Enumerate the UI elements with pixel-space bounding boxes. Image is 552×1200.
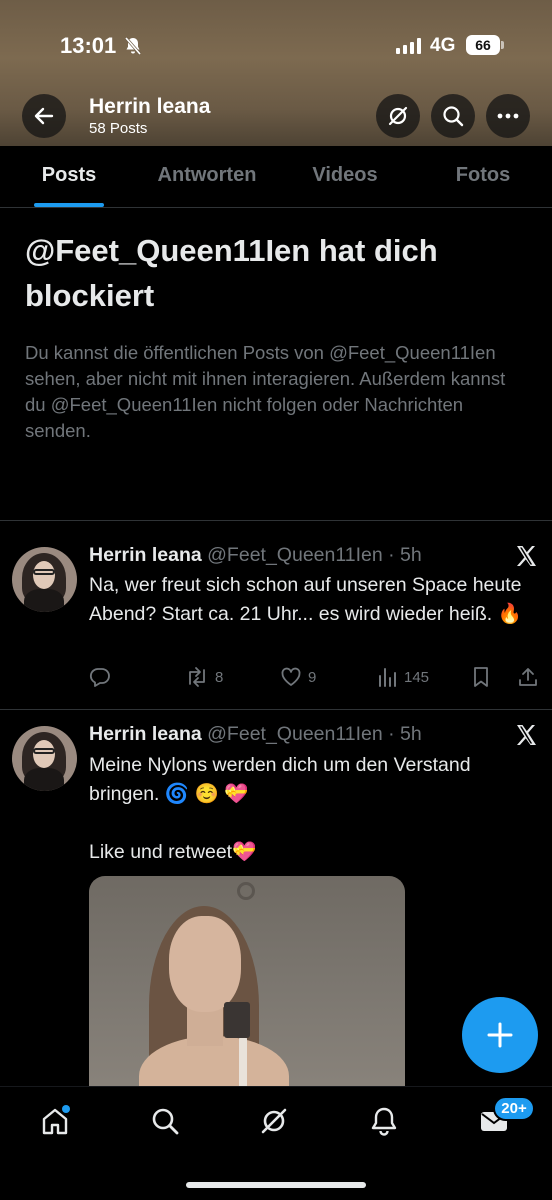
notifications-icon[interactable]	[368, 1105, 400, 1137]
divider	[0, 520, 552, 521]
back-button[interactable]	[22, 94, 66, 138]
more-button[interactable]	[486, 94, 530, 138]
x-logo-icon	[517, 725, 536, 745]
post-author-name[interactable]: Herrin leana	[89, 544, 202, 566]
status-bar: 13:01 4G 66	[0, 0, 552, 90]
profile-name: Herrin leana	[89, 95, 211, 118]
share-button[interactable]	[517, 666, 539, 688]
profile-tabs: Posts Antworten Videos Fotos	[0, 146, 552, 208]
tab-videos[interactable]: Videos	[276, 146, 414, 207]
divider	[0, 709, 552, 710]
reply-button[interactable]	[89, 666, 117, 688]
post-meta: @Feet_Queen11Ien · 5h	[207, 723, 422, 745]
views-icon	[379, 668, 396, 687]
post-header: Herrin leana @Feet_Queen11Ien · 5h	[89, 544, 422, 567]
post-media-image[interactable]	[89, 876, 405, 1100]
reply-icon	[89, 668, 110, 687]
home-unread-dot	[62, 1105, 70, 1113]
search-icon	[443, 106, 464, 127]
avatar[interactable]	[12, 726, 77, 791]
repost-icon	[189, 667, 205, 687]
tab-replies[interactable]: Antworten	[138, 146, 276, 207]
bookmark-icon	[474, 667, 488, 687]
blocked-title: @Feet_Queen11Ien hat dich blockiert	[25, 233, 438, 313]
post-header: Herrin leana @Feet_Queen11Ien · 5h	[89, 723, 422, 746]
like-icon	[281, 667, 301, 686]
messages-badge: 20+	[493, 1096, 535, 1121]
grok-icon	[388, 106, 408, 126]
repost-button[interactable]: 8	[185, 666, 223, 688]
battery-icon: 66	[466, 35, 500, 55]
post-count: 58 Posts	[89, 120, 148, 137]
post-author-name[interactable]: Herrin leana	[89, 723, 202, 745]
compose-plus-icon	[487, 1022, 513, 1048]
search-icon[interactable]	[149, 1105, 181, 1137]
blocked-text: Du kannst die öffentlichen Posts von @Fe…	[25, 342, 506, 441]
compose-button[interactable]	[462, 997, 538, 1073]
x-logo-icon	[517, 546, 536, 566]
views-count: 145	[404, 668, 430, 686]
blocked-notice: @Feet_Queen11Ien hat dich blockiert Du k…	[25, 228, 525, 444]
network-type: 4G	[430, 35, 456, 56]
views-button[interactable]: 145	[376, 666, 429, 688]
repost-count: 8	[215, 668, 224, 686]
post-meta: @Feet_Queen11Ien · 5h	[207, 544, 422, 566]
cellular-signal-icon	[396, 38, 421, 54]
like-button[interactable]: 9	[280, 666, 316, 688]
like-count: 9	[308, 668, 317, 686]
bookmark-button[interactable]	[471, 666, 491, 688]
tab-photos[interactable]: Fotos	[414, 146, 552, 207]
status-time: 13:01	[60, 33, 117, 58]
back-arrow-icon	[34, 107, 54, 125]
tab-posts[interactable]: Posts	[0, 146, 138, 207]
grok-icon[interactable]	[258, 1105, 290, 1137]
grok-button[interactable]	[376, 94, 420, 138]
home-indicator	[186, 1182, 366, 1188]
avatar[interactable]	[12, 547, 77, 612]
share-icon	[519, 668, 537, 686]
search-button[interactable]	[431, 94, 475, 138]
more-icon	[497, 113, 519, 119]
post-text: Na, wer freut sich schon auf unseren Spa…	[89, 574, 526, 625]
post-actions: 8 9 145	[89, 666, 539, 692]
bell-off-icon	[124, 37, 142, 55]
battery-tip	[501, 41, 504, 49]
post-text: Meine Nylons werden dich um den Verstand…	[89, 754, 471, 863]
